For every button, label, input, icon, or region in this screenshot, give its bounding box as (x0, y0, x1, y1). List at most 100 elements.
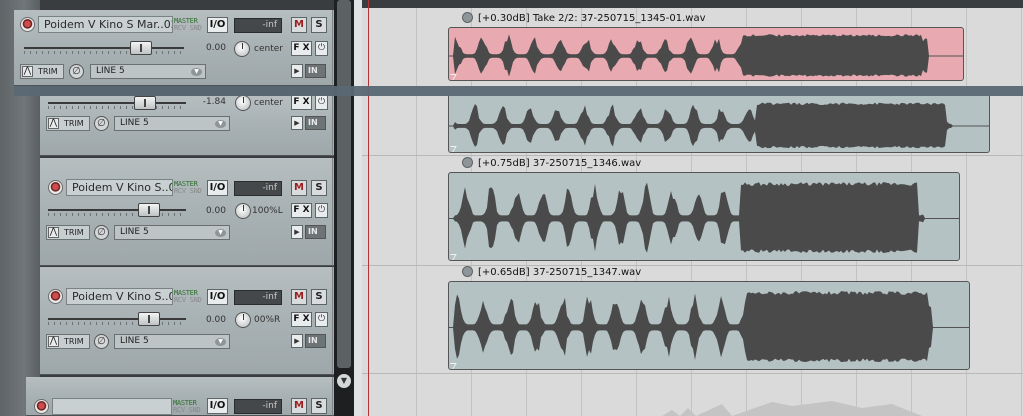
solo-button[interactable]: S (311, 398, 327, 414)
pan-value: 100%L (252, 206, 283, 216)
mute-button[interactable]: M (291, 289, 307, 305)
pan-knob-icon[interactable] (235, 312, 251, 328)
phase-invert-icon[interactable]: ∅ (94, 116, 109, 131)
fx-button[interactable]: F X (291, 312, 312, 327)
input-select[interactable]: LINE 5 ▼ (114, 334, 230, 349)
track-list-scrollbar[interactable]: ▼ (334, 0, 354, 416)
pan-knob-icon[interactable] (235, 203, 251, 219)
panel-divider[interactable] (354, 0, 362, 416)
io-button[interactable]: I/O (207, 17, 228, 33)
track-13[interactable]: Poidem V Kino Ѕ..01 MASTER RCV SND I/O -i… (40, 267, 332, 375)
record-arm-icon[interactable] (48, 180, 63, 195)
envelope-icon: ⋀ (48, 118, 59, 129)
automation-mode-button[interactable]: ⋀ TRIM (46, 225, 90, 240)
track-name[interactable] (52, 398, 172, 415)
fx-bypass-button[interactable]: ⏻ (315, 203, 328, 218)
input-monitor-button[interactable]: IN (305, 225, 326, 239)
track-name[interactable]: Poidem V Kino S Mar..02 (38, 16, 173, 33)
input-select[interactable]: LINE 5 ▼ (114, 116, 230, 131)
volume-value: -1.84 (202, 97, 226, 107)
volume-fader-knob[interactable] (133, 96, 156, 110)
automation-mode-button[interactable]: ⋀ TRIM (46, 334, 90, 349)
track-control-panel: Poidem V Kino S Mar..02 MASTER RCV SND I/… (0, 0, 360, 416)
io-button[interactable]: I/O (207, 289, 228, 305)
monitor-button[interactable]: ▶ (291, 116, 303, 130)
item-label: [+0.30dB] Take 2/2: 37-250715_1345-01.wa… (462, 12, 706, 25)
automation-mode-button[interactable]: ⋀ TRIM (20, 64, 64, 79)
volume-fader[interactable] (48, 312, 186, 326)
fx-bypass-button[interactable]: ⏻ (315, 312, 328, 327)
master-send-label: MASTER RCV SND (174, 289, 202, 304)
phase-invert-icon[interactable]: ∅ (94, 225, 109, 240)
media-item[interactable] (448, 281, 970, 370)
chevron-down-icon[interactable]: ▼ (337, 374, 351, 388)
pan-value: 00%R (254, 315, 281, 325)
track-10[interactable]: -1.84 center F X ⏻ ⋀ TRIM ∅ LINE 5 ▼ ▶ IN (40, 95, 332, 156)
track-name[interactable]: Poidem V Kino Ѕ..01 (66, 288, 173, 305)
scrollbar-thumb[interactable] (337, 0, 351, 368)
automation-mode-button[interactable]: ⋀ TRIM (46, 116, 90, 131)
input-monitor-button[interactable]: IN (305, 64, 326, 78)
record-arm-icon[interactable] (34, 399, 49, 414)
pan-knob-icon[interactable] (234, 41, 250, 57)
mute-button[interactable]: M (291, 398, 307, 414)
master-send-label: MASTER RCV SND (174, 17, 202, 32)
chevron-down-icon: ▼ (191, 68, 202, 76)
record-arm-icon[interactable] (48, 289, 63, 304)
solo-button[interactable]: S (311, 289, 327, 305)
fx-button[interactable]: F X (291, 203, 312, 218)
pan-value: center (254, 44, 283, 54)
mute-button[interactable]: M (291, 180, 307, 196)
track-name[interactable]: Poidem V Kino Ѕ..01 (66, 179, 173, 196)
media-item[interactable] (448, 27, 964, 81)
io-button[interactable]: I/O (207, 398, 228, 414)
waveform-partial (662, 401, 922, 416)
record-arm-icon[interactable] (20, 17, 35, 32)
volume-fader-knob[interactable] (129, 41, 152, 55)
waveform-peaks (449, 102, 989, 149)
track-11[interactable]: Poidem V Kino S Mar..02 MASTER RCV SND I/… (14, 10, 332, 86)
track-meter: -inf (234, 18, 282, 33)
monitor-button[interactable]: ▶ (291, 334, 303, 348)
track-drag-indicator (14, 86, 1023, 96)
input-monitor-button[interactable]: IN (305, 334, 326, 348)
timeline-ruler[interactable] (362, 0, 1023, 8)
track-12[interactable]: Poidem V Kino Ѕ..01 MASTER RCV SND I/O -i… (40, 158, 332, 266)
media-item[interactable] (448, 172, 960, 261)
track-14[interactable]: MASTER RCV SND I/O -inf M S (26, 377, 332, 416)
arrange-view[interactable]: [+0.30dB] Take 2/2: 37-250715_1345-01.wa… (362, 0, 1023, 416)
volume-fader-knob[interactable] (137, 203, 160, 217)
input-monitor-button[interactable]: IN (305, 116, 326, 130)
phase-invert-icon[interactable]: ∅ (94, 334, 109, 349)
take-icon[interactable] (462, 12, 473, 23)
pan-value: center (254, 98, 283, 108)
fx-bypass-button[interactable]: ⏻ (315, 95, 328, 110)
waveform (449, 34, 963, 77)
io-button[interactable]: I/O (207, 180, 228, 196)
solo-button[interactable]: S (311, 17, 327, 33)
edit-cursor (368, 0, 369, 416)
fx-button[interactable]: F X (291, 95, 312, 110)
item-label: [+0.65dB] 37-250715_1347.wav (462, 266, 641, 279)
monitor-button[interactable]: ▶ (291, 64, 303, 78)
fx-bypass-button[interactable]: ⏻ (315, 41, 328, 56)
fx-button[interactable]: F X (291, 41, 312, 56)
pan-knob-icon[interactable] (235, 95, 251, 111)
track-meter: -inf (234, 181, 282, 196)
input-select[interactable]: LINE 5 ▼ (90, 64, 206, 79)
take-icon[interactable] (462, 157, 473, 168)
volume-value: 0.00 (205, 43, 226, 53)
media-item[interactable] (448, 96, 990, 153)
input-select[interactable]: LINE 5 ▼ (114, 225, 230, 240)
take-icon[interactable] (462, 266, 473, 277)
volume-fader[interactable] (48, 203, 186, 217)
mute-button[interactable]: M (291, 17, 307, 33)
volume-fader[interactable] (24, 41, 184, 55)
phase-invert-icon[interactable]: ∅ (69, 64, 84, 79)
volume-fader-knob[interactable] (137, 312, 160, 326)
item-label: [+0.75dB] 37-250715_1346.wav (462, 157, 641, 170)
volume-fader[interactable] (48, 96, 186, 110)
master-send-label: MASTER RCV SND (174, 180, 202, 195)
monitor-button[interactable]: ▶ (291, 225, 303, 239)
solo-button[interactable]: S (311, 180, 327, 196)
